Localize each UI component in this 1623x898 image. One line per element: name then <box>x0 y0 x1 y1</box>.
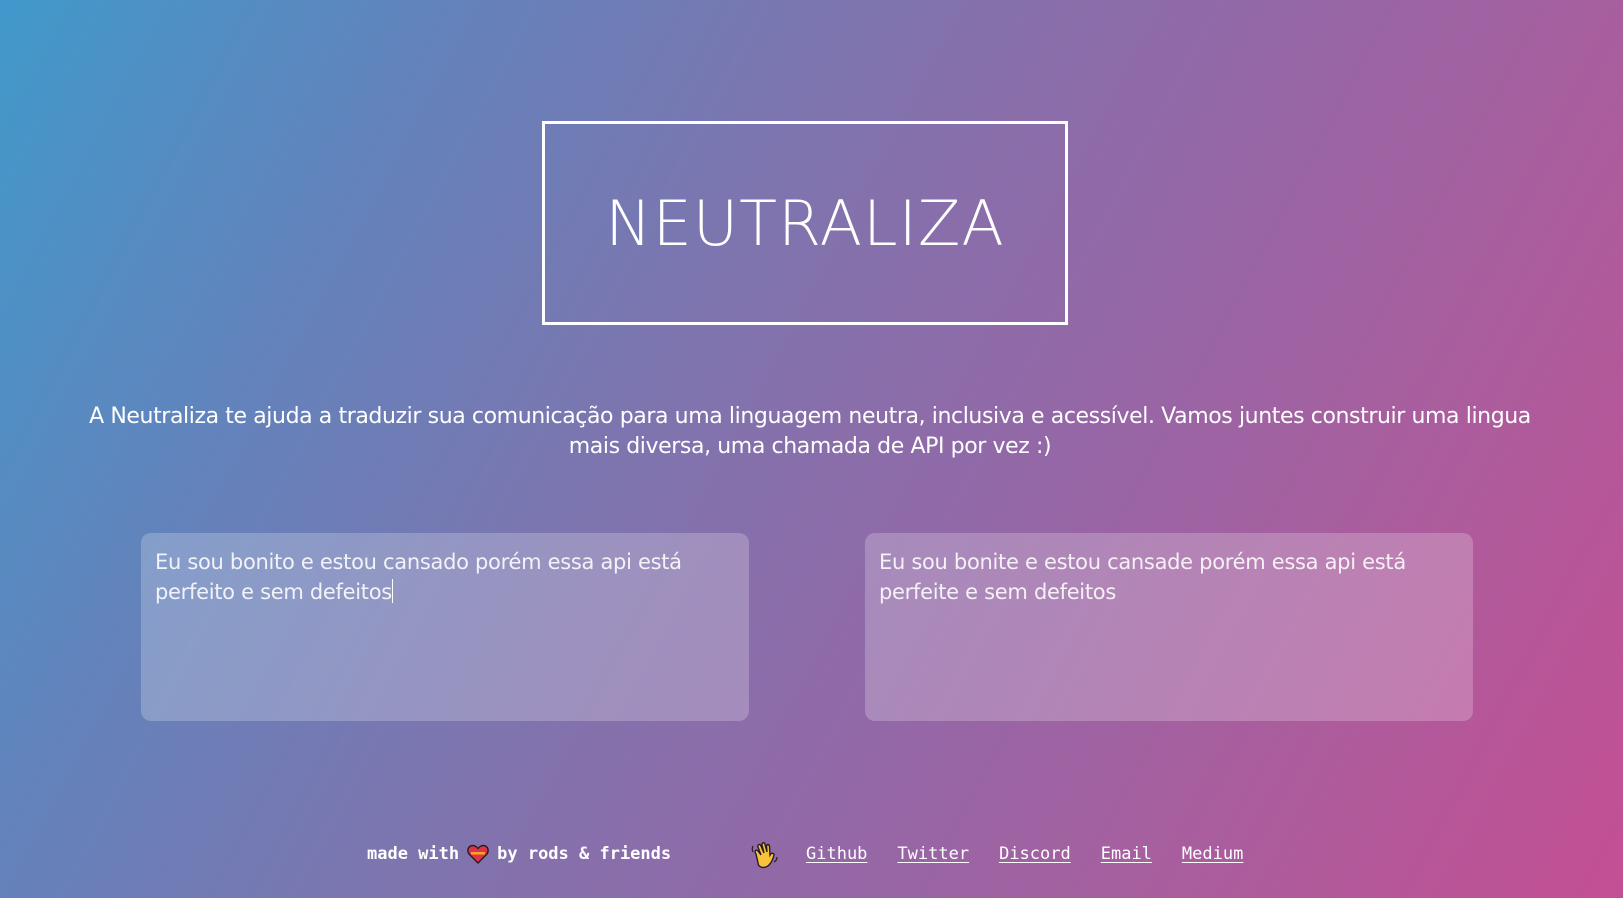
twitter-link[interactable]: Twitter <box>897 844 969 864</box>
output-text: Eu sou bonite e estou cansade porém essa… <box>879 550 1413 604</box>
text-caret <box>391 579 393 603</box>
input-text: Eu sou bonito e estou cansado porém essa… <box>155 550 689 604</box>
footer-links: Github Twitter Discord Email Medium <box>806 844 1243 864</box>
by-label: by rods & friends <box>497 844 672 864</box>
made-with-label: made with <box>367 844 460 864</box>
input-textarea[interactable]: Eu sou bonito e estou cansado porém essa… <box>141 533 749 721</box>
waving-hand-icon <box>750 840 778 870</box>
made-with-credit: made with by rods & friends <box>367 844 671 864</box>
footer: made with by rods & friends Github Twitt… <box>0 840 1623 870</box>
discord-link[interactable]: Discord <box>999 844 1071 864</box>
output-textarea[interactable]: Eu sou bonite e estou cansade porém essa… <box>865 533 1473 721</box>
tagline: A Neutraliza te ajuda a traduzir sua com… <box>89 404 1531 459</box>
email-link[interactable]: Email <box>1101 844 1152 864</box>
github-link[interactable]: Github <box>806 844 867 864</box>
page-title: NEUTRALIZA <box>605 186 1005 260</box>
logo-box: NEUTRALIZA <box>542 121 1068 325</box>
heart-icon <box>467 844 489 864</box>
medium-link[interactable]: Medium <box>1182 844 1243 864</box>
